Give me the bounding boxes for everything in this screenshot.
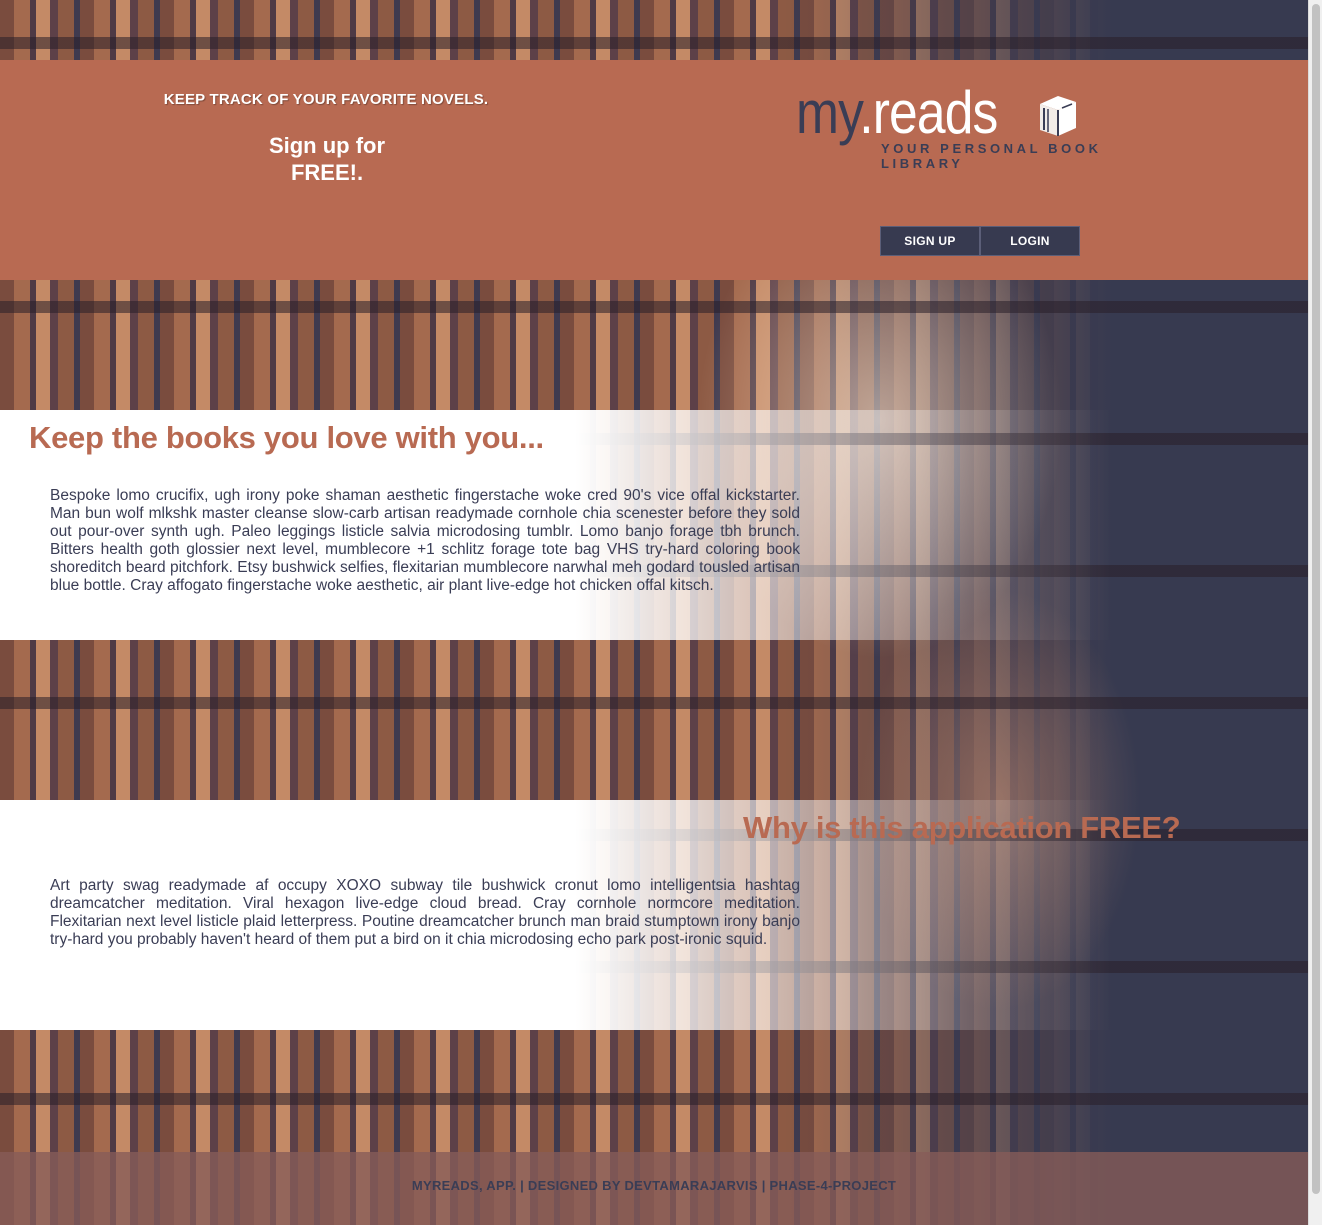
login-button[interactable]: LOGIN — [980, 226, 1080, 256]
section-heading: Keep the books you love with you... — [29, 420, 544, 455]
section-heading: Why is this application FREE? — [743, 810, 1181, 845]
logo-wordmark: my.reads — [796, 78, 998, 148]
footer: MYREADS, APP. | DESIGNED BY DEVTAMARAJAR… — [0, 1152, 1308, 1225]
auth-buttons: SIGN UP LOGIN — [880, 226, 1080, 256]
logo: my.reads YOUR PERSONAL BOOK LIBRARY — [796, 78, 1176, 171]
logo-subtitle: YOUR PERSONAL BOOK LIBRARY — [881, 141, 1102, 171]
page-scrollbar[interactable] — [1308, 0, 1322, 1225]
cta-line-2: FREE!. — [290, 160, 364, 185]
tagline: KEEP TRACK OF YOUR FAVORITE NOVELS. — [163, 91, 489, 108]
scrollbar-thumb[interactable] — [1312, 4, 1320, 1194]
book-icon — [1040, 96, 1076, 136]
signup-cta: Sign up for FREE!. — [222, 132, 432, 186]
cta-line-1: Sign up for — [268, 133, 386, 158]
hero-banner: KEEP TRACK OF YOUR FAVORITE NOVELS. Sign… — [0, 60, 1308, 280]
section-why-free: Why is this application FREE? Art party … — [0, 800, 1308, 1030]
section-keep-books: Keep the books you love with you... Besp… — [0, 410, 1308, 640]
section-body: Bespoke lomo crucifix, ugh irony poke sh… — [50, 487, 800, 594]
footer-credits: MYREADS, APP. | DESIGNED BY DEVTAMARAJAR… — [411, 1178, 897, 1193]
logo-my: my — [796, 79, 860, 146]
signup-button[interactable]: SIGN UP — [880, 226, 980, 256]
section-body: Art party swag readymade af occupy XOXO … — [50, 877, 800, 948]
logo-reads: .reads — [859, 79, 998, 146]
